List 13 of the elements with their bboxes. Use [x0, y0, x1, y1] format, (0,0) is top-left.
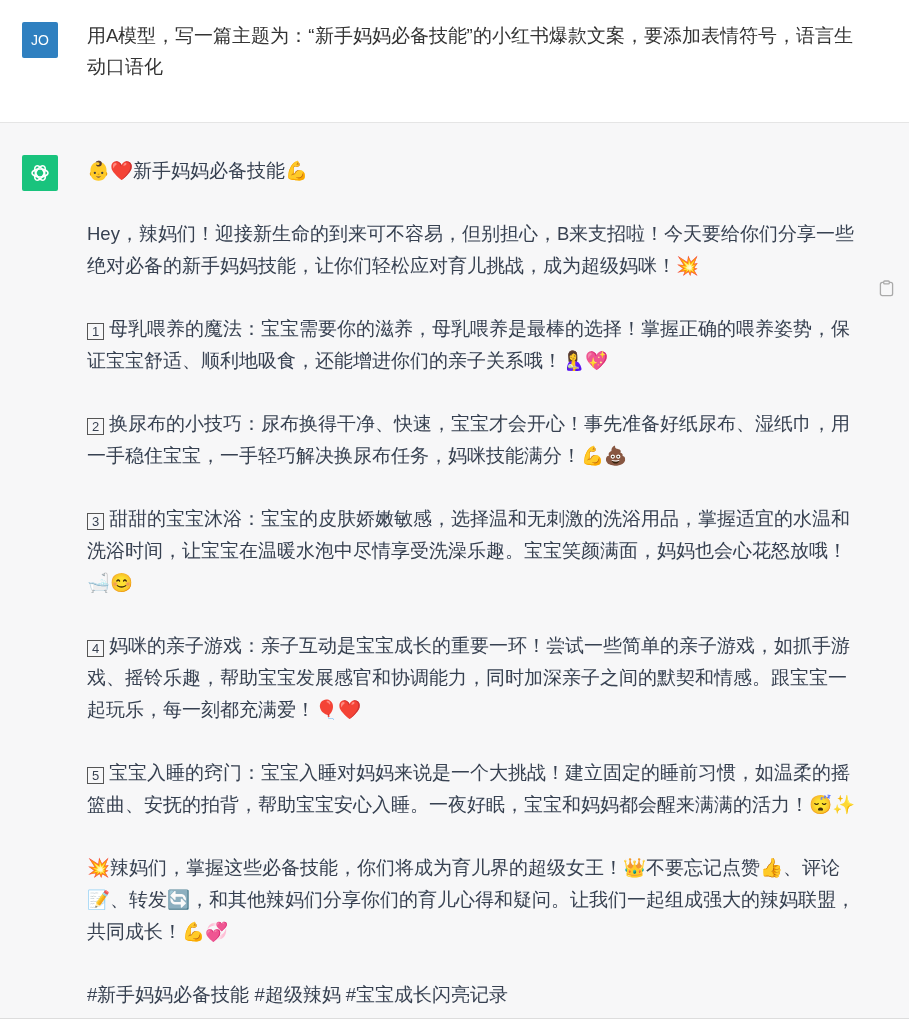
message-paragraph: 2 换尿布的小技巧：尿布换得干净、快速，宝宝才会开心！事先准备好纸尿布、湿纸巾，用一手稳住宝宝，一手轻巧解决换尿布任务，妈咪技能满分！💪💩 — [87, 412, 851, 468]
message-paragraph: Hey，辣妈们！迎接新生命的到来可不容易，但别担心，B来支招啦！今天要给你们分享一些绝对必备的新手妈妈技能，让你们轻松应对育儿挑战，成为超级妈咪！💥 — [87, 222, 856, 278]
copy-icon[interactable] — [879, 280, 894, 297]
user-message-text: 用A模型，写一篇主题为：“新手妈妈必备技能”的小红书爆款文案，要添加表情符号，语言生动口语化 — [87, 24, 854, 79]
message-paragraph: 👶❤新手妈妈必备技能💪 — [87, 159, 309, 183]
message-paragraph: 💥辣妈们，掌握这些必备技能，你们将成为育儿界的超级女王！👑不要忘记点赞👍、评论📝、转发🔄，和其他辣妈们分享你们的育儿心得和疑问。让我们一起组成强大的辣妈联盟，共同成长！💪💞 — [87, 856, 856, 944]
message-paragraph: 4 妈咪的亲子游戏：亲子互动是宝宝成长的重要一环！尝试一些简单的亲子游戏，如抓手游戏、摇铃乐趣，帮助宝宝发展感官和协调能力，同时加深亲子之间的默契和情感。跟宝宝一起玩乐，每一刻都充满爱！🎈❤ — [87, 634, 851, 722]
message-paragraph: #新手妈妈必备技能 #超级辣妈 #宝宝成长闪亮记录 — [87, 983, 510, 1007]
assistant-logo-icon — [22, 155, 58, 191]
message-paragraph: 5 宝宝入睡的窍门：宝宝入睡对妈妈来说是一个大挑战！建立固定的睡前习惯，如温柔的摇篮曲、安抚的拍背，帮助宝宝安心入睡。一夜好眠，宝宝和妈妈都会醒来满满的活力！😴✨ — [87, 761, 856, 817]
message-paragraph: 3 甜甜的宝宝沐浴：宝宝的皮肤娇嫩敏感，选择温和无刺激的洗浴用品，掌握适宜的水温和洗浴时间，让宝宝在温暖水泡中尽情享受洗澡乐趣。宝宝笑颜满面，妈妈也会心花怒放哦！🛁😊 — [87, 507, 851, 595]
user-avatar: JO — [22, 22, 58, 58]
message-paragraph: 1 母乳喂养的魔法：宝宝需要你的滋养，母乳喂养是最棒的选择！掌握正确的喂养姿势，保证宝宝舒适、顺利地吸食，还能增进你们的亲子关系哦！🤱💖 — [87, 317, 851, 373]
